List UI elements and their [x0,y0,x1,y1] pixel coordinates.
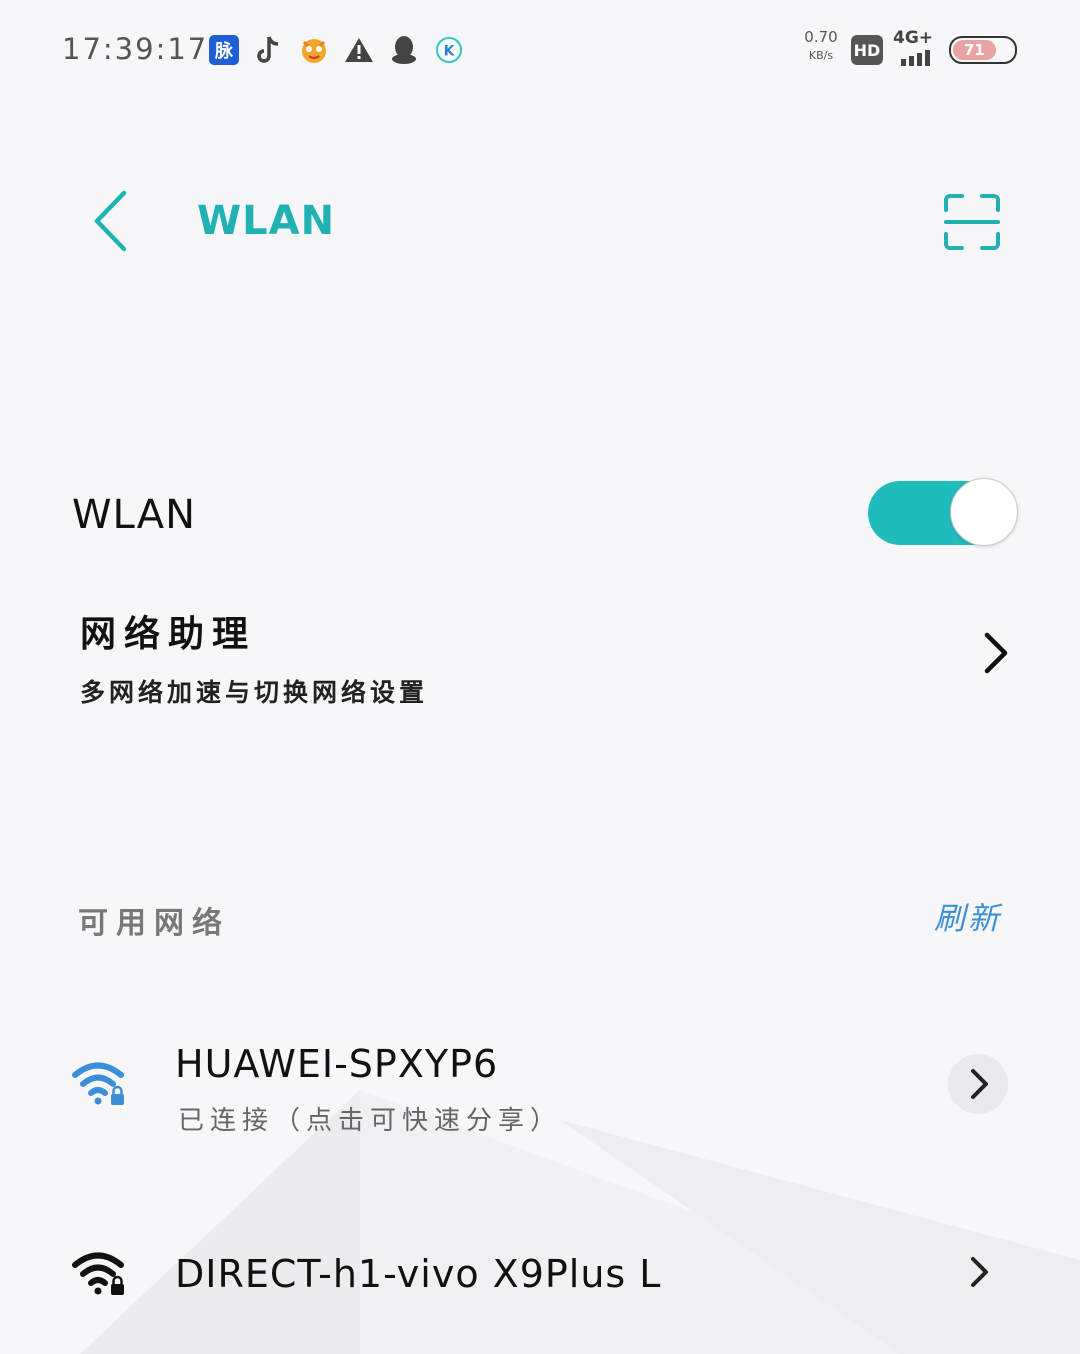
toggle-knob [950,478,1018,546]
network-assistant-title: 网络助理 [80,613,257,655]
network-speed-unit: KB/s [808,49,834,62]
available-networks-heading: 可用网络 [78,906,230,941]
mai-app-icon: 脉 [207,33,241,67]
svg-text:K: K [444,44,456,60]
k-app-icon: K [432,33,466,67]
refresh-button[interactable]: 刷新 [934,893,1002,938]
wifi-network-item[interactable]: HUAWEI-SPXYP6 已连接（点击可快速分享） [0,1030,1080,1160]
warning-icon [342,33,376,67]
network-speed: 0.70 KB/s [800,28,842,62]
wifi-network-item[interactable]: DIRECT-h1-vivo X9Plus L [0,1230,1080,1330]
chevron-right-icon [971,1069,988,1099]
tiktok-icon [252,33,286,67]
qq-penguin-icon [387,33,421,67]
signal-bars-icon [901,50,930,66]
svg-text:脉: 脉 [214,40,234,62]
network-assistant-item[interactable]: 网络助理 多网络加速与切换网络设置 [72,595,1022,715]
battery-icon: 71 [949,36,1017,64]
scan-qr-icon [944,194,1000,250]
network-assistant-subtitle: 多网络加速与切换网络设置 [80,678,429,707]
wifi-network-name: DIRECT-h1-vivo X9Plus L [175,1252,662,1296]
page-title: WLAN [197,198,336,244]
chevron-right-icon [971,1257,988,1287]
wifi-network-name: HUAWEI-SPXYP6 [175,1042,499,1086]
wlan-toggle-label: WLAN [72,492,197,538]
chevron-right-icon [984,632,1008,674]
wlan-toggle-switch[interactable] [868,478,1018,548]
chevron-left-icon [94,190,127,252]
network-speed-value: 0.70 [804,28,838,46]
status-time: 17:39:17 [62,32,209,66]
back-button[interactable] [88,188,138,254]
wifi-network-status: 已连接（点击可快速分享） [178,1106,563,1136]
wifi-secured-icon [72,1062,124,1105]
wifi-secured-icon [72,1252,124,1295]
network-type-label: 4G+ [893,28,934,48]
status-bar: 17:39:17 脉 K 0.70 KB/s HD 4G+ 71 [0,0,1080,100]
cellular-signal: 4G+ [893,28,941,68]
scan-qr-button[interactable] [940,190,1004,254]
battery-level: 71 [953,40,996,60]
game-app-icon [297,33,331,67]
hd-voice-badge: HD [851,35,883,65]
